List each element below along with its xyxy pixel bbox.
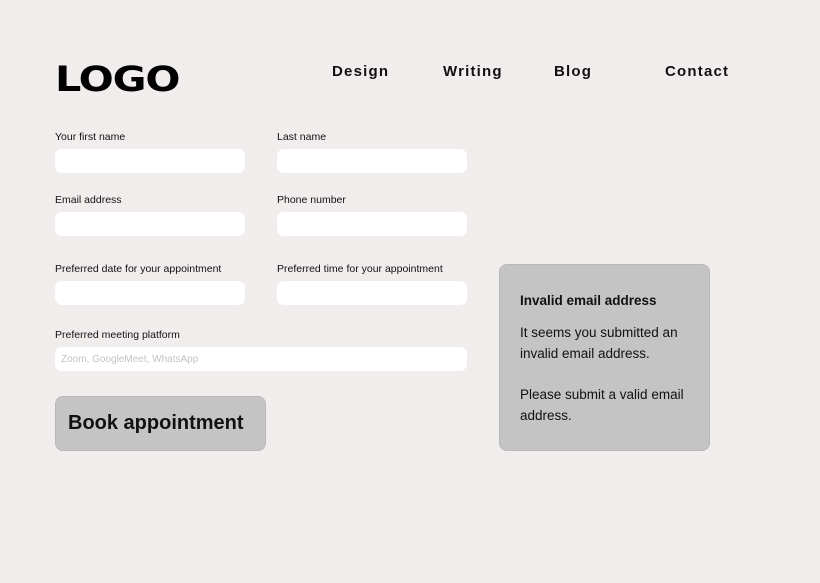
error-message: It seems you submitted an invalid email … bbox=[520, 325, 678, 361]
logo[interactable]: LOGO bbox=[55, 62, 180, 98]
phone-input[interactable] bbox=[277, 212, 467, 236]
platform-input[interactable] bbox=[55, 347, 467, 371]
last-name-label: Last name bbox=[277, 131, 327, 143]
first-name-input[interactable] bbox=[55, 149, 245, 173]
email-input[interactable] bbox=[55, 212, 245, 236]
time-input[interactable] bbox=[277, 281, 467, 305]
first-name-label: Your first name bbox=[55, 131, 126, 143]
error-panel: Invalid email address It seems you submi… bbox=[499, 264, 710, 451]
platform-label: Preferred meeting platform bbox=[55, 329, 180, 341]
error-title: Invalid email address bbox=[520, 293, 657, 308]
date-input[interactable] bbox=[55, 281, 245, 305]
nav-link-design[interactable]: Design bbox=[332, 63, 389, 80]
nav-link-writing[interactable]: Writing bbox=[443, 63, 503, 80]
book-appointment-button[interactable]: Book appointment bbox=[55, 396, 266, 451]
error-instruction: Please submit a valid email address. bbox=[520, 387, 684, 423]
nav-link-blog[interactable]: Blog bbox=[554, 63, 592, 80]
time-label: Preferred time for your appointment bbox=[277, 263, 443, 275]
nav-link-contact[interactable]: Contact bbox=[665, 63, 729, 80]
last-name-input[interactable] bbox=[277, 149, 467, 173]
phone-label: Phone number bbox=[277, 194, 346, 206]
date-label: Preferred date for your appointment bbox=[55, 263, 222, 275]
email-label: Email address bbox=[55, 194, 122, 206]
